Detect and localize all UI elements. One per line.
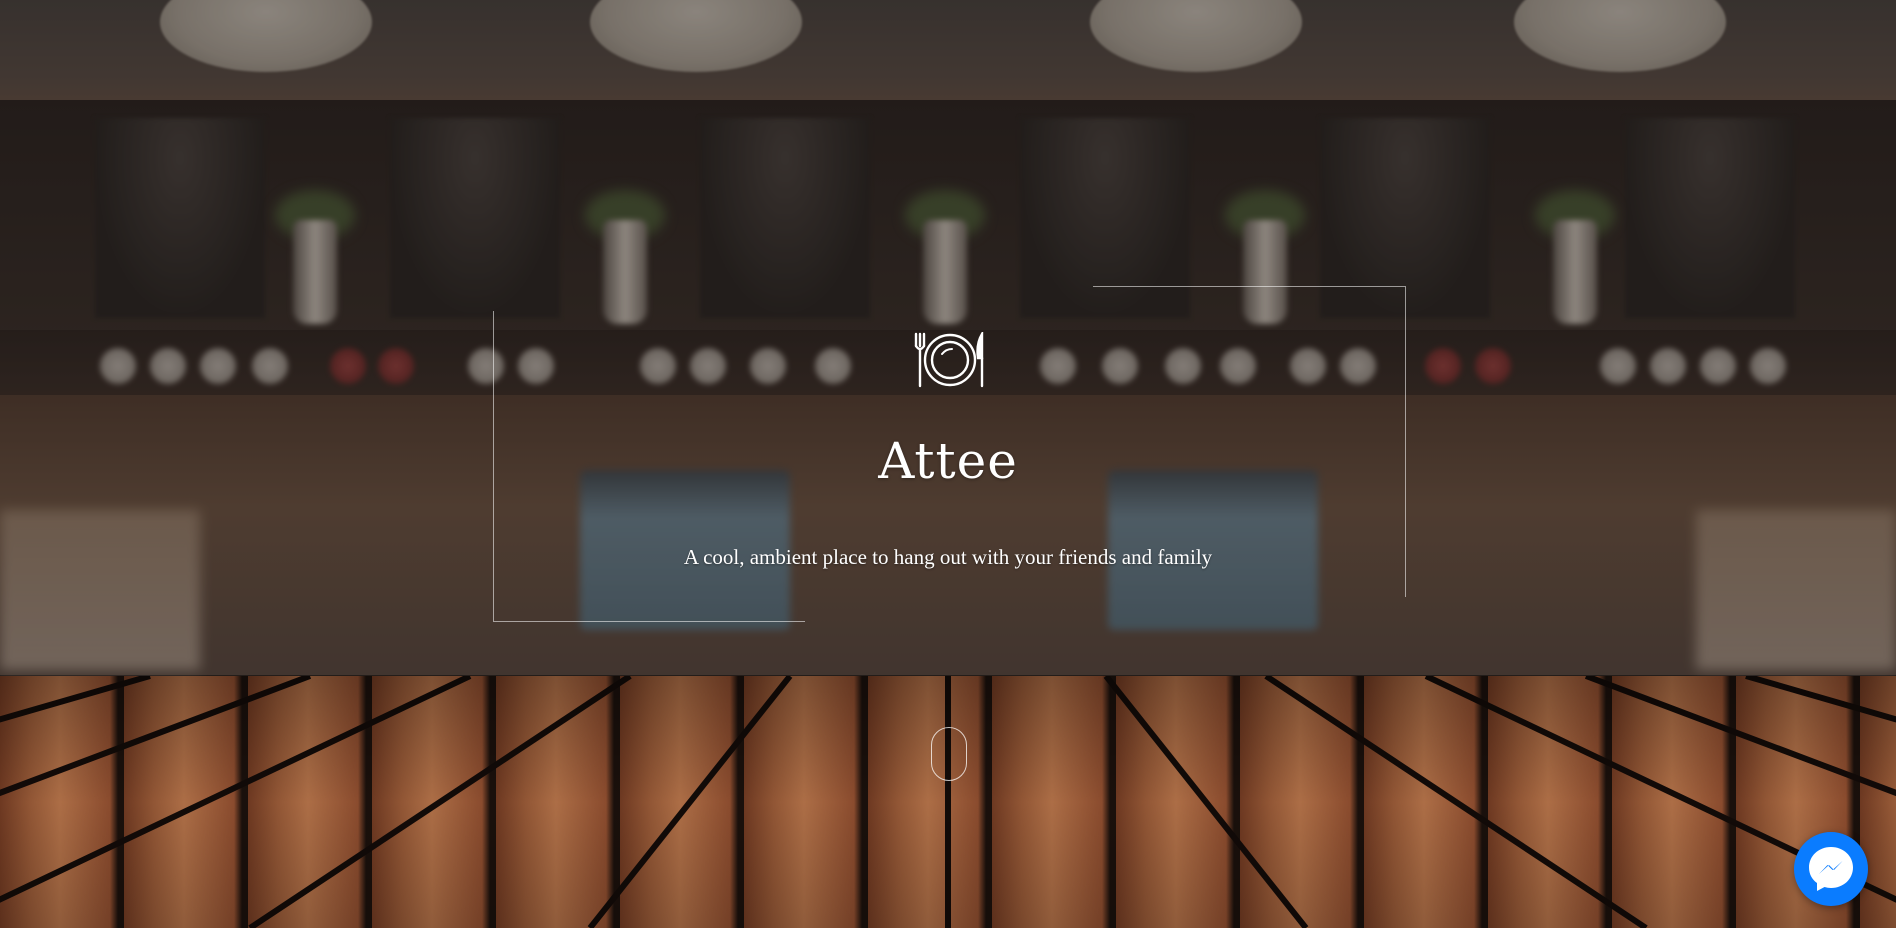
floor-shade — [0, 676, 1896, 928]
site-title: Attee — [878, 432, 1018, 490]
plate-fork-knife-icon — [914, 332, 984, 388]
site-tagline: A cool, ambient place to hang out with y… — [683, 545, 1213, 569]
messenger-icon — [1809, 847, 1853, 891]
messenger-chat-button[interactable] — [1794, 832, 1868, 906]
mouse-scroll-icon[interactable] — [931, 727, 967, 781]
